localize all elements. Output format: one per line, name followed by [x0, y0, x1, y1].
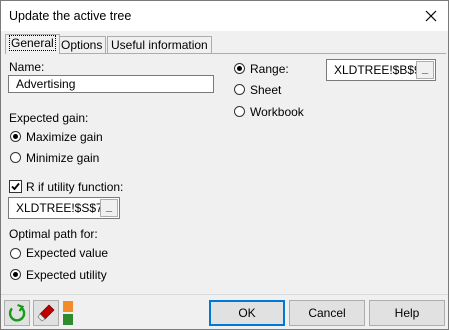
minimize-gain-radio[interactable] [10, 152, 21, 163]
name-label: Name: [9, 60, 45, 74]
tab-useful-information[interactable]: Useful information [107, 36, 212, 53]
tab-options[interactable]: Options [57, 36, 107, 53]
utility-ref-value: XLDTREE!$S$7 [16, 201, 103, 215]
range-ref-field[interactable]: XLDTREE!$B$9 _ [326, 59, 436, 81]
eraser-button[interactable] [33, 300, 59, 326]
window-title: Update the active tree [9, 9, 132, 23]
utility-checkbox[interactable] [9, 180, 22, 193]
range-ref-value: XLDTREE!$B$9 [334, 63, 421, 77]
refresh-button[interactable] [4, 300, 30, 326]
palette-button[interactable] [62, 300, 76, 326]
refresh-icon [8, 303, 26, 322]
range-radio-label: Range: [250, 62, 289, 76]
utility-ref-field[interactable]: XLDTREE!$S$7 _ [8, 197, 120, 219]
sheet-radio-label: Sheet [250, 83, 282, 97]
checkmark-icon [11, 182, 20, 191]
footer-separator [1, 294, 448, 295]
name-input[interactable]: Advertising [8, 75, 214, 93]
palette-icon [63, 301, 73, 325]
optimal-path-label: Optimal path for: [9, 227, 98, 241]
utility-ref-button[interactable]: _ [100, 199, 118, 217]
minimize-gain-label: Minimize gain [26, 151, 100, 165]
maximize-gain-radio[interactable] [10, 131, 21, 142]
expected-value-label: Expected value [26, 246, 109, 260]
range-radio[interactable] [234, 63, 245, 74]
expected-value-radio[interactable] [10, 248, 21, 259]
eraser-icon [37, 304, 55, 322]
workbook-radio[interactable] [234, 106, 245, 117]
dialog-window: Update the active tree General Options U… [0, 0, 449, 330]
expected-gain-label: Expected gain: [9, 111, 89, 125]
cancel-button[interactable]: Cancel [289, 300, 365, 326]
utility-checkbox-label: R if utility function: [26, 180, 124, 194]
tab-general[interactable]: General [5, 34, 60, 54]
help-button[interactable]: Help [369, 300, 445, 326]
workbook-radio-label: Workbook [250, 105, 304, 119]
close-icon [425, 10, 437, 22]
range-ref-button[interactable]: _ [416, 61, 434, 79]
expected-utility-label: Expected utility [26, 268, 107, 282]
title-bar: Update the active tree [1, 1, 448, 31]
sheet-radio[interactable] [234, 84, 245, 95]
close-button[interactable] [414, 1, 448, 31]
maximize-gain-label: Maximize gain [26, 130, 103, 144]
expected-utility-radio[interactable] [10, 269, 21, 280]
ok-button[interactable]: OK [209, 300, 285, 326]
